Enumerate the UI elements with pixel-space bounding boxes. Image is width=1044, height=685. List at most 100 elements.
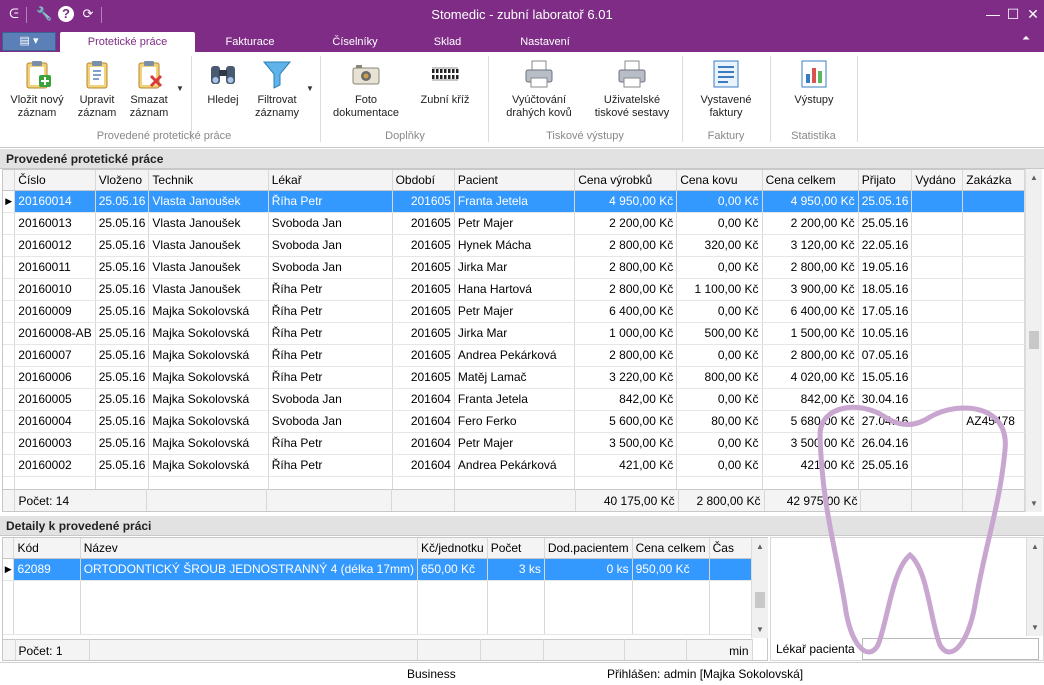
- details-scrollbar[interactable]: ▲ ▼: [751, 538, 768, 638]
- filter-dropdown-icon[interactable]: ▼: [306, 84, 314, 93]
- tab-codebooks[interactable]: Číselníky: [310, 32, 400, 52]
- tab-settings[interactable]: Nastavení: [500, 32, 590, 52]
- app-menu-button[interactable]: ▤ ▾: [2, 32, 56, 51]
- table-row[interactable]: 20160005 25.05.16 Majka Sokolovská Svoboda …: [3, 388, 1025, 411]
- col-header[interactable]: Cena celkem: [762, 170, 859, 191]
- scroll-thumb[interactable]: [1029, 331, 1039, 349]
- table-cell: [962, 256, 1025, 279]
- table-cell: Majka Sokolovská: [148, 366, 269, 389]
- col-header[interactable]: Dod.pacientem: [544, 538, 633, 559]
- works-count: Počet: 14: [14, 489, 148, 511]
- table-cell: 25.05.16: [95, 278, 150, 301]
- user-print-reports-button[interactable]: Uživatelské tiskové sestavy: [592, 58, 672, 120]
- col-header[interactable]: Pacient: [454, 170, 576, 191]
- scroll-up-icon[interactable]: ▲: [752, 538, 768, 555]
- details-header-row: Kód Název Kč/jednotku Počet Dod.paciente…: [3, 538, 767, 559]
- col-header[interactable]: Zakázka: [962, 170, 1025, 191]
- scroll-up-icon[interactable]: ▲: [1026, 169, 1042, 186]
- doctor-field-label: Lékař pacienta: [776, 642, 855, 656]
- table-row[interactable]: 20160007 25.05.16 Majka Sokolovská Říha Pet…: [3, 344, 1025, 367]
- row-indicator: [3, 300, 16, 323]
- current-row-indicator-icon: ▶: [3, 190, 16, 213]
- table-row[interactable]: 20160002 25.05.16 Majka Sokolovská Říha Pet…: [3, 454, 1025, 477]
- binoculars-icon: [211, 66, 235, 84]
- group-label-works: Provedené protetické práce: [96, 130, 232, 142]
- tooth-cross-button[interactable]: Zubní kříž: [412, 58, 478, 107]
- search-button[interactable]: Hledej: [198, 58, 248, 107]
- scroll-down-icon[interactable]: ▼: [1027, 619, 1043, 636]
- table-row[interactable]: 20160013 25.05.16 Vlasta Janoušek Svoboda J…: [3, 212, 1025, 235]
- table-cell: 842,00 Kč: [762, 388, 859, 411]
- col-header[interactable]: Cena kovu: [676, 170, 763, 191]
- col-header[interactable]: Cena celkem: [632, 538, 710, 559]
- col-header[interactable]: Cena výrobků: [574, 170, 678, 191]
- col-header[interactable]: Vydáno: [911, 170, 964, 191]
- col-header[interactable]: Číslo: [14, 170, 96, 191]
- metal-billing-print-button[interactable]: Vyúčtování drahých kovů: [500, 58, 578, 120]
- table-cell: 3 500,00 Kč: [574, 432, 678, 455]
- table-row[interactable]: 20160004 25.05.16 Majka Sokolovská Svoboda …: [3, 410, 1025, 433]
- table-cell: Říha Petr: [268, 278, 393, 301]
- table-cell: [962, 322, 1025, 345]
- scroll-thumb[interactable]: [755, 592, 765, 608]
- table-cell: [911, 234, 964, 257]
- table-row[interactable]: 20160010 25.05.16 Vlasta Janoušek Říha Petr…: [3, 278, 1025, 301]
- details-count: Počet: 1: [15, 639, 90, 660]
- works-scrollbar[interactable]: ▲ ▼: [1025, 169, 1042, 512]
- table-row[interactable]: 20160006 25.05.16 Majka Sokolovská Říha Pet…: [3, 366, 1025, 389]
- tab-invoicing[interactable]: Fakturace: [205, 32, 295, 52]
- insert-record-button[interactable]: Vložit nový záznam: [4, 58, 70, 120]
- table-cell: 842,00 Kč: [574, 388, 678, 411]
- table-cell: 4 950,00 Kč: [574, 190, 678, 213]
- table-cell: 20160002: [14, 454, 96, 477]
- delete-dropdown-icon[interactable]: ▼: [176, 84, 184, 93]
- close-button[interactable]: ✕: [1023, 4, 1043, 24]
- table-cell: 201605: [392, 256, 455, 279]
- delete-record-button[interactable]: Smazat záznam: [124, 58, 174, 120]
- collapse-ribbon-icon[interactable]: ⏶: [1022, 33, 1030, 44]
- side-scrollbar[interactable]: ▲ ▼: [1026, 538, 1043, 636]
- scroll-up-icon[interactable]: ▲: [1027, 538, 1043, 555]
- outputs-button[interactable]: Výstupy: [784, 58, 844, 107]
- doctor-field[interactable]: [862, 638, 1039, 660]
- table-row[interactable]: 20160009 25.05.16 Majka Sokolovská Říha Pet…: [3, 300, 1025, 323]
- table-cell: 201605: [392, 278, 455, 301]
- table-cell: 30.04.16: [858, 388, 913, 411]
- col-header[interactable]: Kč/jednotku: [417, 538, 488, 559]
- scroll-down-icon[interactable]: ▼: [752, 621, 768, 638]
- minimize-button[interactable]: —: [983, 4, 1003, 24]
- issued-invoices-button[interactable]: Vystavené faktury: [694, 58, 758, 120]
- table-row[interactable]: 20160008-AB 25.05.16 Majka Sokolovská Říha …: [3, 322, 1025, 345]
- tab-warehouse[interactable]: Sklad: [405, 32, 490, 52]
- filter-button[interactable]: Filtrovat záznamy: [250, 58, 304, 120]
- col-header[interactable]: Vloženo: [95, 170, 150, 191]
- col-header[interactable]: Období: [392, 170, 455, 191]
- maximize-button[interactable]: ☐: [1003, 4, 1023, 24]
- col-header[interactable]: Technik: [148, 170, 269, 191]
- table-cell: 25.05.16: [95, 322, 150, 345]
- table-cell: 3 900,00 Kč: [762, 278, 859, 301]
- table-cell: 80,00 Kč: [676, 410, 763, 433]
- col-header[interactable]: Přijato: [858, 170, 913, 191]
- scroll-down-icon[interactable]: ▼: [1026, 495, 1042, 512]
- col-header[interactable]: Název: [80, 538, 418, 559]
- table-row[interactable]: ▶ 62089 ORTODONTICKÝ ŠROUB JEDNOSTRANNÝ …: [3, 558, 767, 581]
- col-header[interactable]: Lékař: [268, 170, 393, 191]
- table-row[interactable]: 20160011 25.05.16 Vlasta Janoušek Svoboda J…: [3, 256, 1025, 279]
- col-header[interactable]: Kód: [13, 538, 81, 559]
- table-cell: 0,00 Kč: [676, 300, 763, 323]
- edit-record-button[interactable]: Upravit záznam: [72, 58, 122, 120]
- table-cell: [962, 300, 1025, 323]
- table-row[interactable]: 20160012 25.05.16 Vlasta Janoušek Svoboda J…: [3, 234, 1025, 257]
- tab-protetic-works[interactable]: Protetické práce: [60, 32, 195, 52]
- col-header[interactable]: Počet: [487, 538, 545, 559]
- table-row[interactable]: 20160003 25.05.16 Majka Sokolovská Říha Pet…: [3, 432, 1025, 455]
- row-indicator: [3, 366, 16, 389]
- table-cell: 07.05.16: [858, 344, 913, 367]
- tooth-cross-label: Zubní kříž: [420, 94, 470, 106]
- table-row[interactable]: ▶ 20160014 25.05.16 Vlasta Janoušek Říha Pet…: [3, 190, 1025, 213]
- table-cell: 20160008-AB: [14, 322, 96, 345]
- photo-documentation-button[interactable]: Foto dokumentace: [328, 58, 404, 120]
- table-cell: 1 000,00 Kč: [574, 322, 678, 345]
- table-cell: 25.05.16: [95, 234, 150, 257]
